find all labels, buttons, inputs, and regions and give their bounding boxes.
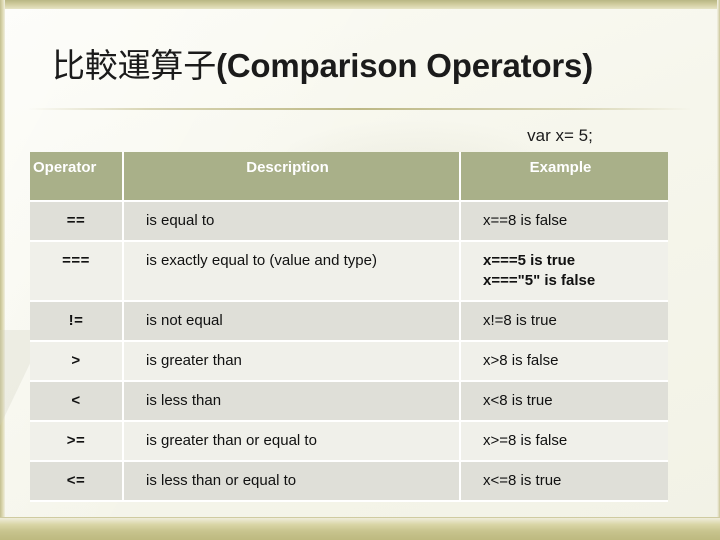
- cell-description: is equal to: [124, 202, 461, 242]
- bottom-trim-bar: [0, 517, 720, 540]
- example-text: x<8 is true: [483, 392, 553, 409]
- table-row: != is not equal x!=8 is true: [30, 302, 668, 342]
- cell-operator: <=: [30, 462, 124, 502]
- column-header-example: Example: [461, 152, 668, 202]
- cell-example: x<8 is true: [461, 382, 668, 422]
- cell-operator: >: [30, 342, 124, 382]
- table-row: > is greater than x>8 is false: [30, 342, 668, 382]
- column-header-operator-label: Operator: [33, 159, 97, 176]
- example-text: x!=8 is true: [483, 312, 557, 329]
- table-row: === is exactly equal to (value and type)…: [30, 242, 668, 302]
- title-divider: [28, 108, 692, 110]
- cell-description: is exactly equal to (value and type): [124, 242, 461, 302]
- page-title: 比較運算子(Comparison Operators): [52, 44, 692, 88]
- operator-symbol: <=: [66, 472, 86, 489]
- table-row: >= is greater than or equal to x>=8 is f…: [30, 422, 668, 462]
- cell-example: x>8 is false: [461, 342, 668, 382]
- comparison-operators-table: Operator Description Example == is equal…: [30, 152, 668, 502]
- cell-description: is less than or equal to: [124, 462, 461, 502]
- example-text: x===5 is true x==="5" is false: [461, 242, 668, 300]
- example-text: x>8 is false: [483, 352, 559, 369]
- description-text: is less than: [146, 392, 222, 409]
- table-body: == is equal to x==8 is false === is exac…: [30, 202, 668, 502]
- description-text: is less than or equal to: [146, 472, 297, 489]
- operator-symbol: !=: [68, 312, 84, 329]
- cell-example: x===5 is true x==="5" is false: [461, 242, 668, 302]
- page-title-cjk: 比較運算子: [52, 46, 217, 85]
- table-header: Operator Description Example: [30, 152, 668, 202]
- cell-operator: <: [30, 382, 124, 422]
- slide: 比較運算子(Comparison Operators) var x= 5; Op…: [0, 0, 720, 540]
- column-header-description-label: Description: [246, 159, 329, 176]
- operator-symbol: <: [71, 392, 81, 409]
- cell-description: is greater than or equal to: [124, 422, 461, 462]
- description-text: is equal to: [146, 212, 215, 229]
- description-text: is exactly equal to (value and type): [146, 252, 377, 269]
- left-edge-accent: [0, 0, 5, 540]
- description-text: is greater than: [146, 352, 242, 369]
- operator-symbol: ==: [66, 212, 86, 229]
- example-text: x<=8 is true: [483, 472, 562, 489]
- cell-operator: !=: [30, 302, 124, 342]
- operator-symbol: >: [71, 352, 81, 369]
- example-text: x==8 is false: [483, 212, 568, 229]
- table-header-row: Operator Description Example: [30, 152, 668, 202]
- table-row: <= is less than or equal to x<=8 is true: [30, 462, 668, 502]
- column-header-description: Description: [124, 152, 461, 202]
- cell-description: is less than: [124, 382, 461, 422]
- cell-description: is not equal: [124, 302, 461, 342]
- cell-example: x!=8 is true: [461, 302, 668, 342]
- column-header-operator: Operator: [30, 152, 124, 202]
- description-text: is greater than or equal to: [146, 432, 317, 449]
- cell-example: x>=8 is false: [461, 422, 668, 462]
- variable-declaration: var x= 5;: [527, 126, 593, 145]
- operator-symbol: >=: [66, 432, 86, 449]
- column-header-example-label: Example: [529, 159, 592, 176]
- example-text: x>=8 is false: [483, 432, 568, 449]
- top-trim-bar: [0, 0, 720, 9]
- table-row: < is less than x<8 is true: [30, 382, 668, 422]
- operator-symbol: ===: [62, 252, 90, 269]
- cell-example: x<=8 is true: [461, 462, 668, 502]
- example-line-1: x===5 is true: [483, 252, 576, 269]
- table-row: == is equal to x==8 is false: [30, 202, 668, 242]
- cell-operator: ===: [30, 242, 124, 302]
- cell-example: x==8 is false: [461, 202, 668, 242]
- page-title-latin: (Comparison Operators): [216, 47, 594, 84]
- cell-operator: ==: [30, 202, 124, 242]
- cell-operator: >=: [30, 422, 124, 462]
- description-text: is not equal: [146, 312, 223, 329]
- example-line-2: x==="5" is false: [483, 272, 596, 289]
- cell-description: is greater than: [124, 342, 461, 382]
